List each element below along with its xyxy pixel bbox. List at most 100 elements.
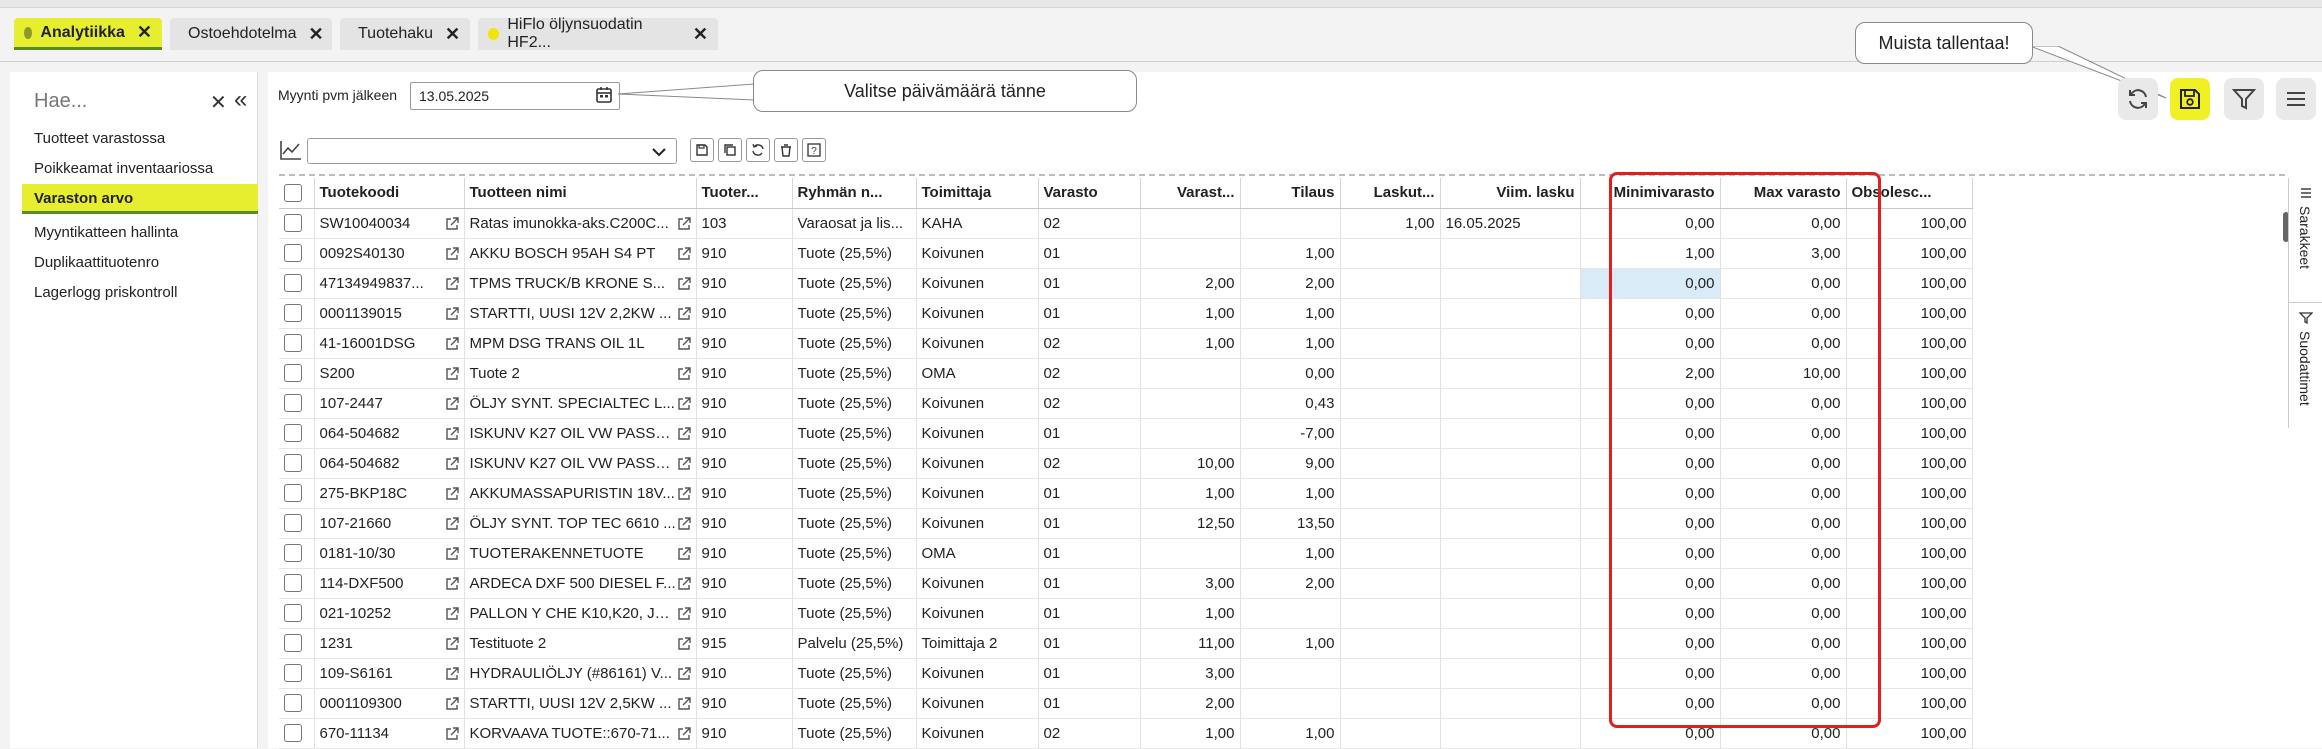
table-cell[interactable]: 1,00 [1140, 298, 1241, 329]
table-cell[interactable]: 100,00 [1846, 538, 1973, 569]
table-cell[interactable]: Koivunen [916, 238, 1039, 269]
row-checkbox-cell[interactable] [279, 298, 315, 329]
table-cell[interactable]: 0,00 [1720, 268, 1847, 299]
table-cell[interactable]: 0,00 [1720, 388, 1847, 419]
open-external-icon[interactable] [677, 246, 691, 261]
row-checkbox[interactable] [284, 364, 302, 383]
table-cell[interactable]: Tuote (25,5%) [792, 508, 917, 539]
table-cell[interactable]: 0,00 [1580, 658, 1721, 689]
row-checkbox-cell[interactable] [279, 418, 315, 449]
table-cell[interactable]: 910 [696, 538, 793, 569]
table-cell[interactable] [1340, 358, 1441, 389]
table-row[interactable]: 109-S6161 HYDRAULIÖLJY (#86161) V... 910 Tu… [279, 658, 1973, 689]
tab-ostoehdotelma[interactable]: Ostoehdotelma ✕ [170, 18, 332, 50]
table-cell[interactable]: Tuote (25,5%) [792, 388, 917, 419]
table-cell[interactable]: 01 [1038, 568, 1141, 599]
table-cell[interactable]: 100,00 [1846, 298, 1973, 329]
table-cell[interactable]: 13,50 [1240, 508, 1341, 539]
table-cell[interactable]: 910 [696, 508, 793, 539]
table-cell[interactable]: 0,00 [1580, 508, 1721, 539]
table-cell[interactable]: AKKUMASSAPURISTIN 18V... [464, 478, 697, 509]
table-cell[interactable]: 103 [696, 208, 793, 239]
open-external-icon[interactable] [677, 216, 691, 231]
table-cell[interactable]: 910 [696, 268, 793, 299]
date-input[interactable]: 13.05.2025 [410, 82, 620, 110]
column-header[interactable]: Minimivarasto [1580, 178, 1721, 209]
table-cell[interactable]: Toimittaja 2 [916, 628, 1039, 659]
table-cell[interactable] [1240, 658, 1341, 689]
close-icon[interactable]: ✕ [137, 22, 152, 43]
table-cell[interactable] [1440, 448, 1581, 479]
table-cell[interactable]: 3,00 [1140, 568, 1241, 599]
row-checkbox[interactable] [284, 574, 302, 593]
row-checkbox[interactable] [284, 544, 302, 563]
row-checkbox[interactable] [284, 724, 302, 743]
table-cell[interactable]: KORVAAVA TUOTE::670-71... [464, 718, 697, 749]
table-cell[interactable]: Tuote (25,5%) [792, 448, 917, 479]
table-row[interactable]: 0001139015 STARTTI, UUSI 12V 2,2KW ... 910… [279, 298, 1973, 329]
open-external-icon[interactable] [445, 666, 459, 681]
open-external-icon[interactable] [677, 486, 691, 501]
open-external-icon[interactable] [677, 366, 691, 381]
close-icon[interactable]: ✕ [445, 24, 460, 45]
calendar-icon[interactable] [596, 86, 612, 103]
open-external-icon[interactable] [445, 366, 459, 381]
table-cell[interactable]: 910 [696, 388, 793, 419]
table-cell[interactable]: Koivunen [916, 298, 1039, 329]
table-cell[interactable] [1340, 388, 1441, 419]
table-cell[interactable]: 01 [1038, 688, 1141, 719]
table-cell[interactable]: STARTTI, UUSI 12V 2,2KW ... [464, 298, 697, 329]
table-cell[interactable]: 100,00 [1846, 508, 1973, 539]
open-external-icon[interactable] [445, 486, 459, 501]
table-row[interactable]: 114-DXF500 ARDECA DXF 500 DIESEL F... 910 T… [279, 568, 1973, 599]
table-cell[interactable]: 100,00 [1846, 238, 1973, 269]
row-checkbox-cell[interactable] [279, 538, 315, 569]
row-checkbox-cell[interactable] [279, 718, 315, 749]
table-cell[interactable]: 3,00 [1140, 658, 1241, 689]
table-row[interactable]: 275-BKP18C AKKUMASSAPURISTIN 18V... 910 Tuo… [279, 478, 1973, 509]
sidebar-item-poikkeamat[interactable]: Poikkeamat inventaariossa [22, 154, 258, 184]
table-cell[interactable]: 01 [1038, 538, 1141, 569]
table-cell[interactable]: Tuote (25,5%) [792, 478, 917, 509]
view-select[interactable] [307, 138, 677, 164]
table-cell[interactable]: 0,00 [1720, 568, 1847, 599]
table-cell[interactable]: 0,00 [1720, 478, 1847, 509]
table-cell[interactable]: 1,00 [1240, 538, 1341, 569]
table-cell[interactable]: 100,00 [1846, 268, 1973, 299]
table-cell[interactable]: 064-504682 [314, 448, 465, 479]
tab-tuotehaku[interactable]: Tuotehaku ✕ [340, 18, 470, 50]
table-cell[interactable]: MPM DSG TRANS OIL 1L [464, 328, 697, 359]
sidebar-item-varaston-arvo[interactable]: Varaston arvo [22, 184, 258, 214]
table-cell[interactable]: 2,00 [1140, 688, 1241, 719]
table-cell[interactable]: 0,00 [1240, 358, 1341, 389]
table-cell[interactable]: 02 [1038, 328, 1141, 359]
column-header[interactable]: Toimittaja [916, 178, 1039, 209]
row-checkbox-cell[interactable] [279, 238, 315, 269]
table-cell[interactable]: OMA [916, 358, 1039, 389]
table-cell[interactable]: AKKU BOSCH 95AH S4 PT [464, 238, 697, 269]
table-cell[interactable]: 01 [1038, 508, 1141, 539]
row-checkbox[interactable] [284, 664, 302, 683]
chart-icon[interactable] [279, 139, 303, 161]
sidebar-search[interactable]: Hae... ✕ « [24, 86, 250, 118]
table-cell[interactable]: 910 [696, 358, 793, 389]
table-cell[interactable]: Koivunen [916, 268, 1039, 299]
open-external-icon[interactable] [445, 306, 459, 321]
table-cell[interactable]: 01 [1038, 598, 1141, 629]
table-row[interactable]: 41-16001DSG MPM DSG TRANS OIL 1L 910 Tuote … [279, 328, 1973, 359]
table-cell[interactable]: Tuote (25,5%) [792, 598, 917, 629]
open-external-icon[interactable] [445, 276, 459, 291]
table-cell[interactable] [1340, 658, 1441, 689]
table-cell[interactable]: STARTTI, UUSI 12V 2,5KW ... [464, 688, 697, 719]
table-cell[interactable]: 1,00 [1240, 718, 1341, 749]
table-cell[interactable]: Tuote (25,5%) [792, 658, 917, 689]
filters-panel-toggle[interactable]: Suodattimet [2289, 303, 2322, 428]
table-cell[interactable]: 0,00 [1720, 718, 1847, 749]
column-header[interactable]: Tuotekoodi [314, 178, 465, 209]
table-cell[interactable]: 0,00 [1720, 328, 1847, 359]
table-cell[interactable]: 01 [1038, 238, 1141, 269]
table-cell[interactable]: Varaosat ja lis... [792, 208, 917, 239]
table-cell[interactable]: 1231 [314, 628, 465, 659]
table-cell[interactable] [1440, 718, 1581, 749]
table-cell[interactable]: 910 [696, 448, 793, 479]
